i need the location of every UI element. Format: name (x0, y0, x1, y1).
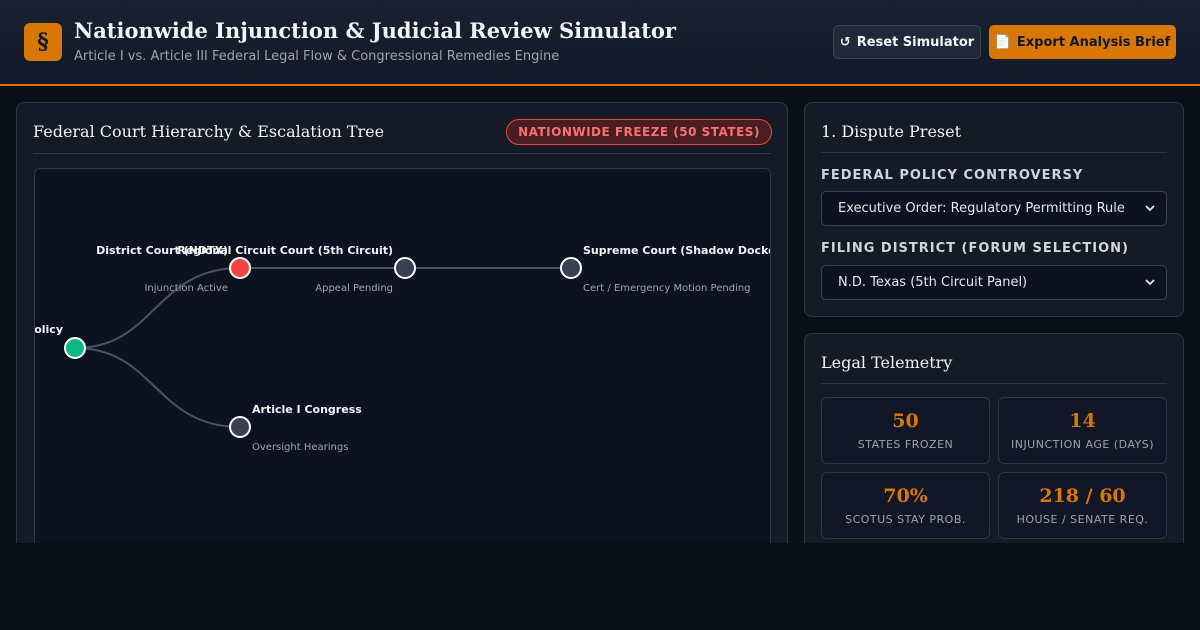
edge-policy-congress (74, 347, 241, 428)
hierarchy-title: Federal Court Hierarchy & Escalation Tre… (33, 122, 385, 141)
reset-icon: ↺ (839, 34, 851, 50)
hierarchy-divider (33, 153, 771, 154)
chevron-down-icon (1145, 205, 1155, 212)
metric-scotus-stay-value: 70% (883, 485, 928, 507)
metric-card: 50 STATES FROZEN (821, 397, 990, 464)
escalation-tree-svg: Policy District Court (NDTX) Injunction … (35, 244, 771, 453)
node-supreme-label: Supreme Court (Shadow Docket) (583, 244, 771, 257)
metric-scotus-stay-label: SCOTUS STAY PROB. (845, 513, 966, 526)
node-congress-dot[interactable] (229, 416, 251, 438)
metric-injunction-age-label: INJUNCTION AGE (DAYS) (1010, 438, 1155, 451)
telemetry-title: Legal Telemetry (821, 353, 953, 372)
app-header: § Nationwide Injunction & Judicial Revie… (0, 0, 1200, 86)
node-circuit-label: Regional Circuit Court (5th Circuit) (177, 244, 393, 257)
dispute-preset-panel: 1. Dispute Preset FEDERAL POLICY CONTROV… (804, 102, 1184, 317)
page-background-bottom (0, 543, 1200, 630)
document-icon: 📄 (994, 34, 1011, 50)
export-button-label: Export Analysis Brief (1016, 34, 1171, 50)
metric-states-frozen-label: STATES FROZEN (857, 438, 954, 451)
node-supreme-status: Cert / Emergency Motion Pending (583, 283, 751, 294)
reset-button-label: Reset Simulator (856, 34, 975, 50)
district-label: FILING DISTRICT (FORUM SELECTION) (821, 241, 1129, 256)
app-subtitle: Article I vs. Article III Federal Legal … (74, 49, 560, 64)
preset-title: 1. Dispute Preset (821, 122, 962, 141)
node-district-status: Injunction Active (144, 283, 228, 294)
node-supreme-dot[interactable] (560, 257, 582, 279)
node-policy[interactable]: Policy (35, 323, 86, 359)
chevron-down-icon (1145, 279, 1155, 286)
escalation-tree-canvas: Policy District Court (NDTX) Injunction … (34, 168, 771, 568)
metric-card: 14 INJUNCTION AGE (DAYS) (998, 397, 1167, 464)
metric-card: 70% SCOTUS STAY PROB. (821, 472, 990, 539)
controversy-label: FEDERAL POLICY CONTROVERSY (821, 168, 1084, 183)
metric-injunction-age-value: 14 (1069, 410, 1096, 432)
node-policy-label: Policy (35, 323, 63, 336)
export-brief-button[interactable]: 📄 Export Analysis Brief (989, 25, 1176, 59)
court-hierarchy-panel: Federal Court Hierarchy & Escalation Tre… (16, 102, 788, 568)
node-district-dot[interactable] (229, 257, 251, 279)
node-congress-label: Article I Congress (252, 403, 362, 416)
controversy-select-value: Executive Order: Regulatory Permitting R… (838, 201, 1125, 216)
metric-house-senate-label: HOUSE / SENATE REQ. (1016, 513, 1149, 526)
district-select[interactable]: N.D. Texas (5th Circuit Panel) (821, 265, 1167, 300)
node-congress[interactable]: Article I Congress Oversight Hearings (229, 403, 362, 453)
node-circuit-dot[interactable] (394, 257, 416, 279)
node-policy-dot[interactable] (64, 337, 86, 359)
nationwide-freeze-badge: NATIONWIDE FREEZE (50 STATES) (506, 119, 772, 145)
reset-simulator-button[interactable]: ↺ Reset Simulator (833, 25, 981, 59)
metric-card: 218 / 60 HOUSE / SENATE REQ. (998, 472, 1167, 539)
metric-house-senate-value: 218 / 60 (1039, 485, 1126, 507)
edge-policy-district (74, 267, 241, 349)
metric-states-frozen-value: 50 (892, 410, 919, 432)
app-title: Nationwide Injunction & Judicial Review … (74, 18, 676, 43)
node-supreme-court[interactable]: Supreme Court (Shadow Docket) Cert / Eme… (560, 244, 771, 294)
legal-telemetry-panel: Legal Telemetry 50 STATES FROZEN 14 INJU… (804, 333, 1184, 573)
district-select-value: N.D. Texas (5th Circuit Panel) (838, 275, 1028, 290)
controversy-select[interactable]: Executive Order: Regulatory Permitting R… (821, 191, 1167, 226)
telemetry-divider (821, 383, 1167, 384)
node-circuit-status: Appeal Pending (315, 283, 393, 294)
preset-divider (821, 152, 1167, 153)
node-congress-status: Oversight Hearings (252, 442, 348, 453)
section-symbol-logo: § (24, 23, 62, 61)
